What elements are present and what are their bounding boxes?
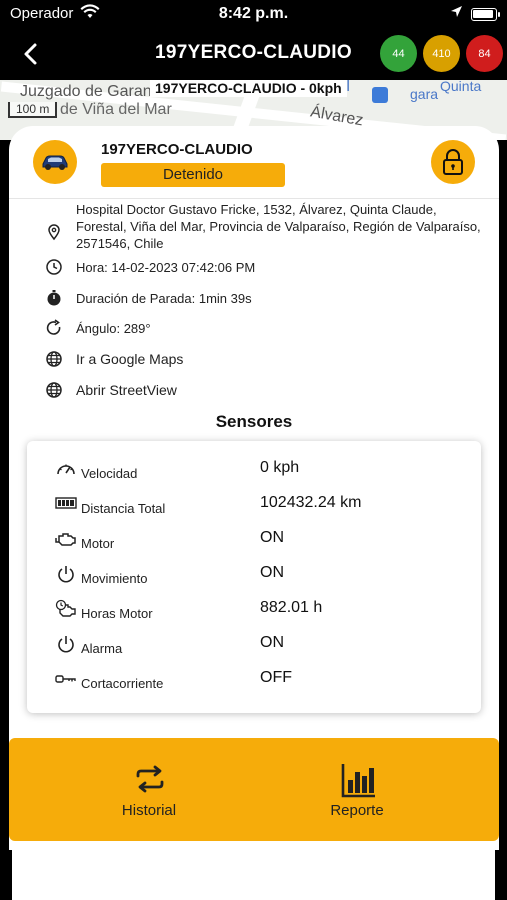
bar-chart-icon (341, 762, 375, 798)
map-scale: 100 m (8, 102, 58, 118)
map-text: de Viña del Mar (60, 101, 172, 118)
sensor-row: Distancia Total 102432.24 km (27, 490, 481, 520)
power-icon (55, 634, 77, 654)
sensor-row: Cortacorriente OFF (27, 665, 481, 695)
badge-red[interactable]: 84 (466, 35, 503, 72)
status-badge: Detenido (101, 163, 285, 187)
historial-label: Historial (121, 802, 177, 819)
power-icon (55, 564, 77, 584)
repeat-icon (133, 762, 167, 796)
sensor-value: 102432.24 km (260, 494, 362, 511)
sensor-row: Velocidad 0 kph (27, 455, 481, 485)
battery-icon (471, 7, 500, 21)
action-bar: Historial Reporte (9, 738, 499, 841)
bus-stop-icon (372, 87, 388, 103)
nav-bar: 197YERCO-CLAUDIO 44 410 84 (0, 28, 507, 80)
pin-icon (45, 223, 63, 241)
map-text: Juzgado de Garantía (20, 83, 170, 100)
time-text: Hora: 14-02-2023 07:42:06 PM (76, 260, 256, 275)
sensor-value: OFF (260, 669, 292, 686)
badge-green[interactable]: 44 (380, 35, 417, 72)
address-text: Hospital Doctor Gustavo Fricke, 1532, Ál… (76, 202, 481, 251)
historial-button[interactable]: Historial (49, 738, 249, 841)
clock-icon (45, 258, 63, 276)
lock-button[interactable] (431, 140, 475, 184)
sensor-label: Cortacorriente (81, 676, 164, 691)
reporte-button[interactable]: Reporte (257, 738, 457, 841)
sensor-value: 0 kph (260, 459, 300, 476)
duration-text: Duración de Parada: 1min 39s (76, 291, 252, 306)
vehicle-name: 197YERCO-CLAUDIO (101, 141, 253, 158)
home-indicator-area (0, 850, 507, 900)
sensor-value: ON (260, 529, 284, 546)
sensor-label: Motor (81, 536, 115, 551)
sensor-row: Horas Motor 882.01 h (27, 595, 481, 625)
engine-hours-icon (55, 599, 77, 619)
sensor-label: Distancia Total (81, 501, 166, 516)
sensor-value: ON (260, 564, 284, 581)
sensor-row: Alarma ON (27, 630, 481, 660)
speedometer-icon (55, 459, 77, 479)
angle-text: Ángulo: 289° (76, 321, 151, 336)
odometer-icon (55, 494, 77, 514)
reporte-label: Reporte (330, 802, 384, 819)
sensor-label: Velocidad (81, 466, 138, 481)
car-icon (42, 155, 68, 170)
sensor-value: 882.01 h (260, 599, 323, 616)
sensor-row: Motor ON (27, 525, 481, 555)
map-text: Quinta (440, 80, 482, 94)
vehicle-header: 197YERCO-CLAUDIO Detenido (9, 126, 499, 199)
sensor-label: Movimiento (81, 571, 148, 586)
rotate-icon (45, 319, 63, 337)
lock-icon (443, 149, 463, 175)
status-bar: Operador 8:42 p.m. (0, 0, 507, 28)
vehicle-detail-sheet: 197YERCO-CLAUDIO Detenido Hospital Docto… (9, 126, 499, 900)
key-icon (55, 669, 77, 689)
status-time: 8:42 p.m. (218, 5, 289, 22)
sensor-label: Horas Motor (81, 606, 153, 621)
sensors-title: Sensores (215, 412, 293, 431)
engine-icon (55, 529, 77, 549)
map-marker-label: 197YERCO-CLAUDIO - 0kph (150, 80, 347, 97)
globe-icon (45, 350, 63, 368)
sensor-label: Alarma (81, 641, 123, 656)
sensor-row: Movimiento ON (27, 560, 481, 590)
vehicle-avatar (33, 140, 77, 184)
stopwatch-icon (45, 289, 63, 307)
streetview-label[interactable]: Abrir StreetView (76, 382, 177, 399)
map-text: gara (410, 86, 439, 102)
google-maps-label[interactable]: Ir a Google Maps (76, 351, 183, 368)
globe-icon (45, 381, 63, 399)
badge-orange[interactable]: 410 (423, 35, 460, 72)
sensor-value: ON (260, 634, 284, 651)
location-arrow-icon (450, 5, 463, 23)
sensors-panel: Velocidad 0 kph Distancia Total 102432.2… (27, 441, 481, 713)
